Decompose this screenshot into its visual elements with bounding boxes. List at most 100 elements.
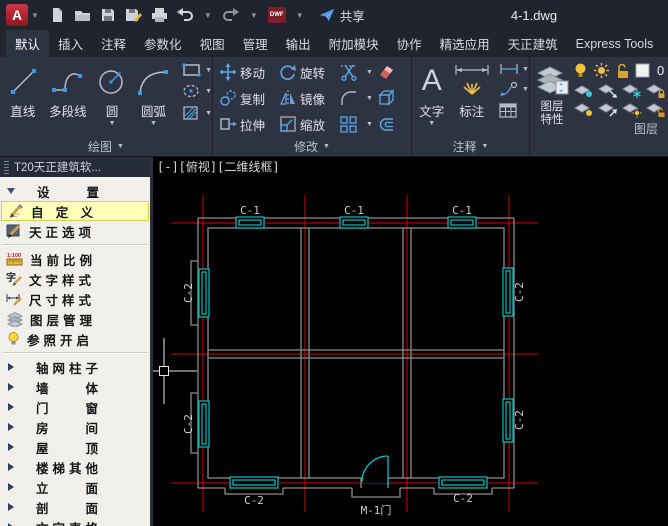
open-folder-icon[interactable]: [73, 6, 92, 24]
draw-panel-label[interactable]: 绘图▼: [0, 137, 212, 156]
layer-on-off-icon[interactable]: [573, 102, 595, 118]
copy-button[interactable]: 复制: [240, 89, 277, 108]
tab-insert[interactable]: 插入: [49, 30, 92, 57]
palette-section-room[interactable]: 房间: [0, 417, 150, 437]
palette-section-settings[interactable]: 设置: [0, 181, 150, 201]
layer-properties-button[interactable]: 图层特性: [534, 57, 570, 156]
palette-item-layer-manage[interactable]: 图层管理: [0, 309, 150, 329]
palette-item-custom[interactable]: 自定义: [1, 201, 149, 221]
leader-button[interactable]: ▼: [498, 81, 529, 97]
mirror-icon[interactable]: [279, 89, 297, 107]
move-icon[interactable]: [219, 63, 237, 81]
array-dropdown-icon[interactable]: ▼: [366, 121, 375, 128]
viewport-controls[interactable]: [-][俯视][二维线框]: [157, 158, 280, 175]
hatch-button[interactable]: ▼: [181, 104, 212, 122]
palette-item-current-scale[interactable]: 1:100 当前比例: [0, 249, 150, 269]
redo-caret-icon[interactable]: ▼: [250, 11, 258, 20]
palette-grip-icon[interactable]: [4, 161, 9, 174]
layer-isolate-icon[interactable]: [573, 83, 595, 99]
linear-dimension-dropdown-icon[interactable]: ▼: [522, 66, 529, 73]
palette-section-axis-column[interactable]: 轴网柱子: [0, 357, 150, 377]
rectangle-button[interactable]: ▼: [181, 62, 212, 78]
palette-item-dim-style[interactable]: 尺寸样式: [0, 289, 150, 309]
hatch-dropdown-icon[interactable]: ▼: [205, 110, 212, 117]
rectangle-dropdown-icon[interactable]: ▼: [205, 67, 212, 74]
tab-output[interactable]: 输出: [277, 30, 320, 57]
palette-item-tianzheng-options[interactable]: 天正选项: [0, 221, 150, 241]
ellipse-button[interactable]: ▼: [181, 83, 212, 99]
dwf-caret-icon[interactable]: ▼: [296, 11, 304, 20]
drawing-canvas[interactable]: [-][俯视][二维线框]: [150, 157, 668, 526]
arc-button[interactable]: 圆弧 ▼: [132, 57, 175, 137]
layer-thaw-all-icon[interactable]: [621, 102, 643, 118]
rotate-button[interactable]: 旋转: [300, 63, 337, 82]
layer-unlock-all-icon[interactable]: [645, 102, 667, 118]
save-icon[interactable]: [99, 6, 117, 24]
palette-section-door-window[interactable]: 门窗: [0, 397, 150, 417]
modify-panel-label[interactable]: 修改▼: [213, 137, 411, 156]
palette-section-wall[interactable]: 墙体: [0, 377, 150, 397]
layer-color-swatch[interactable]: [635, 63, 650, 78]
text-dropdown-icon[interactable]: ▼: [428, 120, 435, 128]
tab-annotate[interactable]: 注释: [92, 30, 135, 57]
trim-dropdown-icon[interactable]: ▼: [366, 69, 375, 76]
copy-icon[interactable]: [219, 89, 237, 107]
app-menu-caret-icon[interactable]: ▼: [31, 11, 39, 20]
erase-icon[interactable]: [377, 63, 396, 81]
tab-manage[interactable]: 管理: [234, 30, 277, 57]
layer-lock-icon[interactable]: [645, 83, 667, 99]
layer-unlock-icon[interactable]: [615, 62, 630, 79]
tab-express-tools[interactable]: Express Tools: [567, 30, 663, 57]
palette-section-stair-other[interactable]: 楼梯其他: [0, 457, 150, 477]
new-file-icon[interactable]: [48, 6, 66, 24]
palette-item-text-style[interactable]: 字 文字样式: [0, 269, 150, 289]
layer-on-bulb-icon[interactable]: [573, 62, 588, 79]
leader-dropdown-icon[interactable]: ▼: [522, 86, 529, 93]
layer-panel-label[interactable]: 图层: [573, 119, 668, 138]
tab-featured-apps[interactable]: 精选应用: [431, 30, 499, 57]
tab-parametric[interactable]: 参数化: [135, 30, 191, 57]
stretch-button[interactable]: 拉伸: [240, 115, 277, 134]
explode-icon[interactable]: [377, 89, 396, 107]
save-as-icon[interactable]: [124, 6, 143, 24]
fillet-dropdown-icon[interactable]: ▼: [366, 95, 375, 102]
plot-printer-icon[interactable]: [150, 6, 169, 24]
move-button[interactable]: 移动: [240, 63, 277, 82]
dimension-button[interactable]: 标注: [450, 57, 493, 137]
line-button[interactable]: 直线: [4, 57, 42, 137]
share-button[interactable]: 共享: [318, 6, 365, 25]
palette-section-text-table[interactable]: 文字表格: [0, 517, 150, 526]
ellipse-dropdown-icon[interactable]: ▼: [205, 88, 212, 95]
text-button[interactable]: A 文字 ▼: [416, 57, 447, 137]
palette-title-bar[interactable]: T20天正建筑软...: [0, 157, 150, 177]
dwf-plot-icon[interactable]: DWF: [268, 7, 286, 23]
mirror-button[interactable]: 镜像: [300, 89, 337, 108]
fillet-icon[interactable]: [339, 89, 359, 107]
table-button[interactable]: [498, 102, 529, 119]
palette-section-elevation[interactable]: 立面: [0, 477, 150, 497]
arc-dropdown-icon[interactable]: ▼: [150, 120, 157, 128]
trim-scissors-icon[interactable]: [339, 63, 359, 81]
linear-dimension-button[interactable]: ▼: [498, 62, 529, 76]
redo-icon[interactable]: [222, 6, 240, 24]
app-menu-button[interactable]: A: [6, 4, 28, 26]
circle-button[interactable]: 圆 ▼: [94, 57, 130, 137]
layer-thaw-sun-icon[interactable]: [593, 62, 610, 79]
palette-section-section[interactable]: 剖面: [0, 497, 150, 517]
tab-home[interactable]: 默认: [6, 30, 49, 57]
layer-freeze-icon[interactable]: [621, 83, 643, 99]
palette-section-roof[interactable]: 屋顶: [0, 437, 150, 457]
polyline-button[interactable]: 多段线: [44, 57, 93, 137]
scale-icon[interactable]: [279, 115, 297, 133]
palette-item-xref-on[interactable]: 参照开启: [0, 329, 150, 349]
circle-dropdown-icon[interactable]: ▼: [109, 120, 116, 128]
rotate-icon[interactable]: [279, 63, 297, 81]
tab-collaborate[interactable]: 协作: [388, 30, 431, 57]
scale-button[interactable]: 缩放: [300, 115, 337, 134]
layer-match-icon[interactable]: [597, 83, 619, 99]
stretch-icon[interactable]: [219, 115, 237, 133]
undo-icon[interactable]: [176, 6, 194, 24]
undo-caret-icon[interactable]: ▼: [204, 11, 212, 20]
array-icon[interactable]: [339, 115, 359, 133]
layer-change-icon[interactable]: [597, 102, 619, 118]
